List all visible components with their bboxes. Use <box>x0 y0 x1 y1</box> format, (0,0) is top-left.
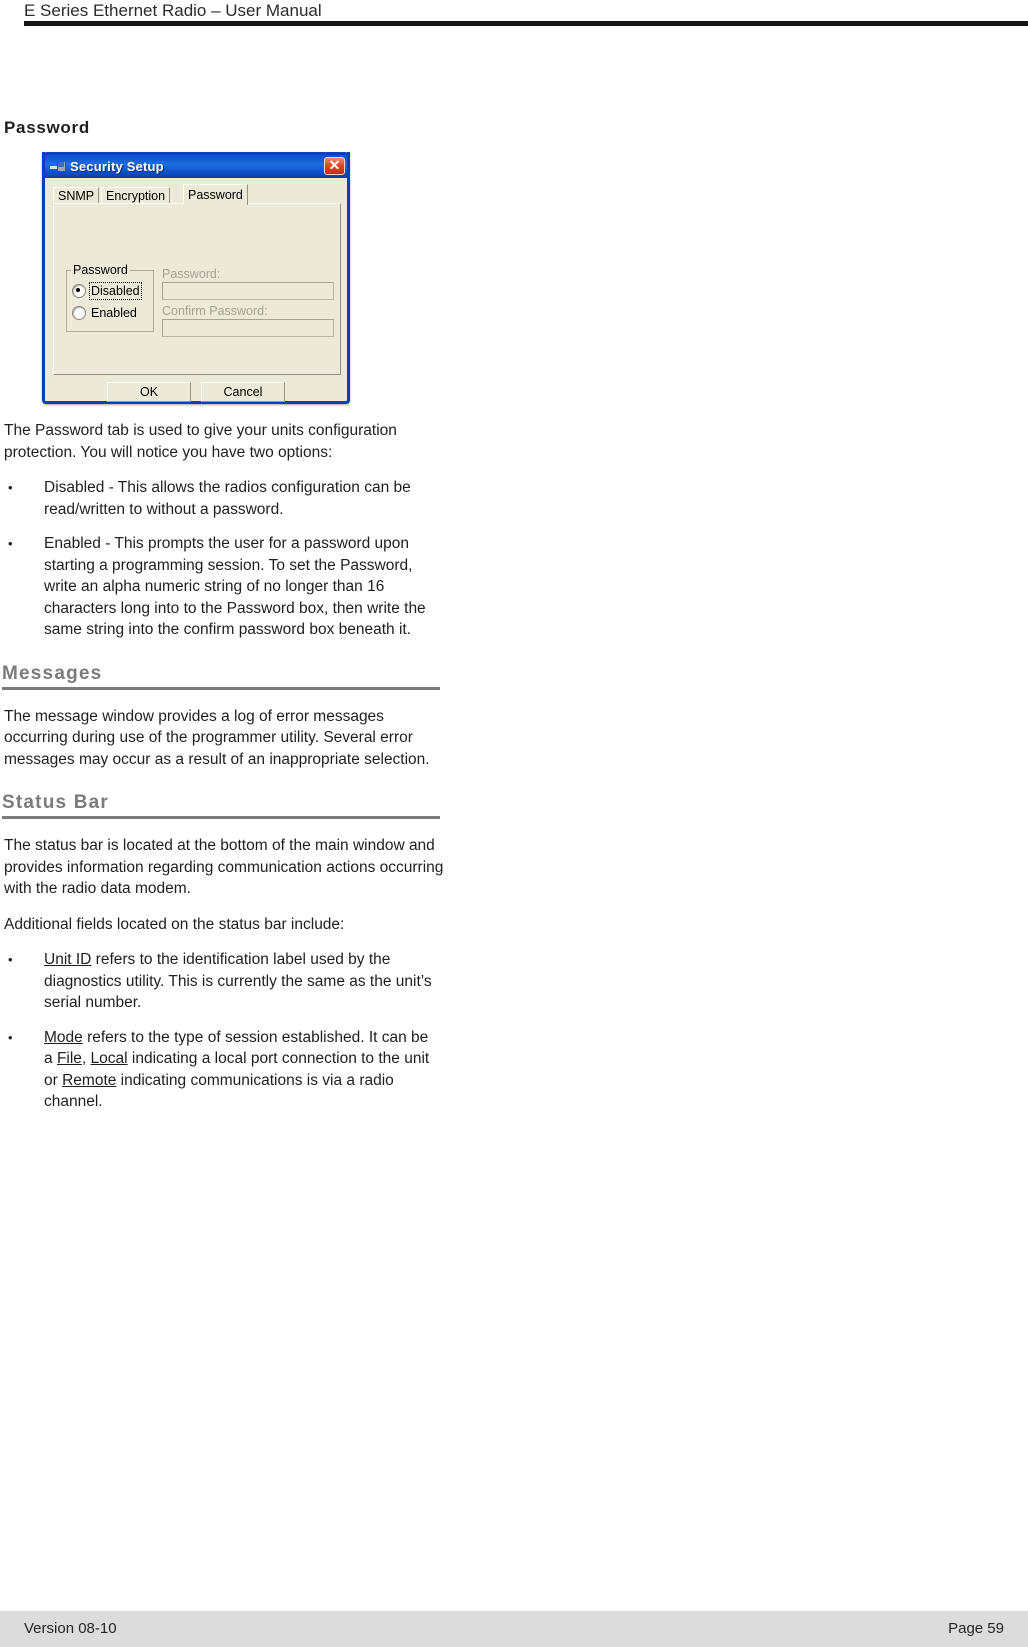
status-bar-paragraph-1: The status bar is located at the bottom … <box>4 837 444 897</box>
dialog-tabstrip: SNMP Encryption Password <box>53 184 341 205</box>
cancel-button[interactable]: Cancel <box>201 382 285 402</box>
dialog-title: Security Setup <box>70 159 164 174</box>
radio-option-disabled[interactable]: Disabled <box>72 282 142 300</box>
bullet-mode: Mode refers to the type of session estab… <box>4 1027 440 1113</box>
heading-messages: Messages <box>2 663 440 690</box>
bullet-unit-id-text: refers to the identification label used … <box>44 951 432 1011</box>
confirm-password-input[interactable] <box>162 319 334 337</box>
term-mode: Mode <box>44 1028 83 1046</box>
tab-password[interactable]: Password <box>183 184 248 205</box>
tab-snmp[interactable]: SNMP <box>53 187 100 204</box>
page-content: Password Security Setup ✕ SNMP Encryptio… <box>0 118 470 1126</box>
close-icon[interactable]: ✕ <box>324 157 345 175</box>
radio-option-enabled[interactable]: Enabled <box>72 306 137 320</box>
application-window-icon <box>50 159 66 174</box>
heading-status-bar: Status Bar <box>2 792 440 819</box>
dialog-button-row: OK Cancel <box>45 382 347 402</box>
radio-enabled-icon[interactable] <box>72 306 86 320</box>
bullet-unit-id: Unit ID refers to the identification lab… <box>4 949 440 1014</box>
radio-disabled-label: Disabled <box>89 282 142 300</box>
password-tab-panel: Password Disabled Enabled Password: Conf… <box>53 203 341 375</box>
security-setup-dialog: Security Setup ✕ SNMP Encryption Passwor… <box>42 152 350 404</box>
messages-paragraph: The message window provides a log of err… <box>4 707 430 768</box>
running-header: E Series Ethernet Radio – User Manual <box>0 0 1028 30</box>
term-remote: Remote <box>62 1071 117 1089</box>
term-file: File <box>56 1050 82 1067</box>
bullet-enabled: Enabled - This prompts the user for a pa… <box>4 533 440 641</box>
bullet-disabled: Disabled - This allows the radios config… <box>4 477 440 520</box>
radio-enabled-label: Enabled <box>91 306 137 320</box>
header-rule <box>24 21 1028 26</box>
status-bar-paragraph-2: Additional fields located on the status … <box>4 915 345 933</box>
tab-encryption[interactable]: Encryption <box>101 187 171 204</box>
ok-button[interactable]: OK <box>107 382 191 402</box>
running-footer: Version 08-10 Page 59 <box>0 1611 1028 1647</box>
dialog-body: SNMP Encryption Password Password Disabl… <box>45 178 347 427</box>
dialog-titlebar[interactable]: Security Setup ✕ <box>42 152 350 178</box>
password-group-legend: Password <box>71 263 130 277</box>
close-glyph: ✕ <box>328 157 341 173</box>
section-title: Password <box>4 118 90 137</box>
radio-disabled-icon[interactable] <box>72 284 86 298</box>
running-header-title: E Series Ethernet Radio – User Manual <box>24 1 322 20</box>
password-field-label: Password: <box>162 267 221 281</box>
confirm-password-field-label: Confirm Password: <box>162 304 268 318</box>
term-unit-id: Unit ID <box>44 951 92 968</box>
password-input[interactable] <box>162 282 334 300</box>
footer-version: Version 08-10 <box>24 1620 117 1637</box>
document-page: E Series Ethernet Radio – User Manual Pa… <box>0 0 1028 1647</box>
password-group-box: Password Disabled Enabled <box>66 263 154 332</box>
footer-page-number: Page 59 <box>948 1620 1004 1637</box>
term-local: Local <box>90 1050 128 1067</box>
bullet-mode-text-2: , <box>81 1050 91 1067</box>
